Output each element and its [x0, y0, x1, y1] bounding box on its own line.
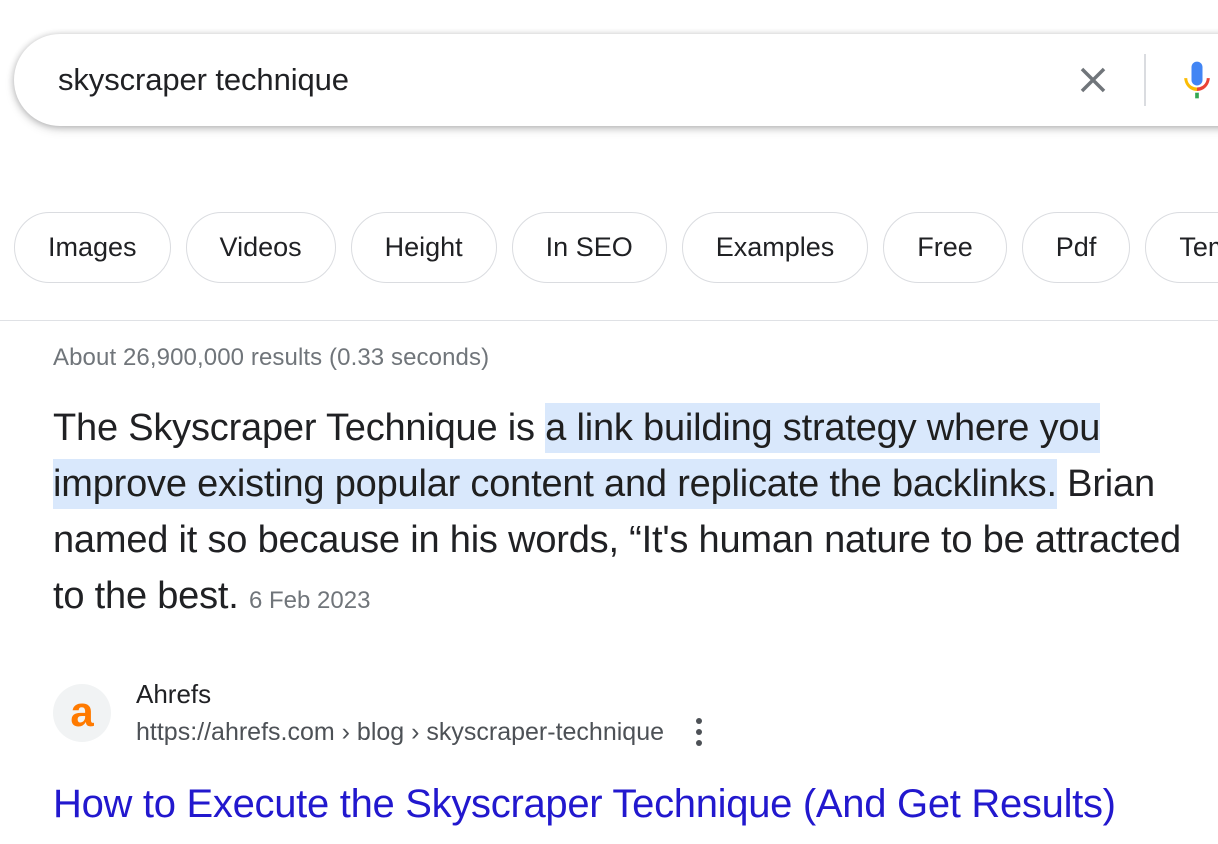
filter-chip-pdf[interactable]: Pdf [1021, 212, 1131, 283]
search-bar-divider [1144, 54, 1146, 106]
result-stats: About 26,900,000 results (0.33 seconds) [53, 344, 490, 371]
results-container: About 26,900,000 results (0.33 seconds) … [53, 342, 1213, 829]
search-bar-container [14, 34, 1218, 126]
chip-label: Images [48, 232, 137, 262]
snippet-lead-text: The Skyscraper Technique is [53, 407, 546, 449]
filter-chip-in-seo[interactable]: In SEO [511, 212, 667, 283]
search-input[interactable] [56, 55, 1006, 105]
filter-chip-template[interactable]: Template [1145, 212, 1218, 283]
featured-snippet: The Skyscraper Technique is a link build… [53, 400, 1203, 629]
close-icon [1080, 67, 1106, 93]
search-results-page: Images Videos Height In SEO Examples Fre… [0, 0, 1218, 844]
kebab-dot [696, 740, 703, 746]
filter-chip-free[interactable]: Free [883, 212, 1007, 283]
microphone-icon [1184, 61, 1210, 99]
snippet-date: 6 Feb 2023 [248, 587, 371, 614]
kebab-dot [696, 729, 703, 735]
search-bar[interactable] [14, 34, 1218, 126]
chip-label: Examples [715, 232, 835, 262]
voice-search-button[interactable] [1166, 49, 1218, 111]
chip-label: Template [1179, 232, 1218, 262]
site-name: Ahrefs [136, 679, 212, 709]
filter-chips-row: Images Videos Height In SEO Examples Fre… [14, 212, 1218, 283]
ahrefs-favicon-icon: a [53, 684, 111, 742]
filter-chip-videos[interactable]: Videos [185, 212, 336, 283]
header-divider [0, 320, 1218, 321]
favicon-letter: a [70, 688, 94, 735]
result-title-link[interactable]: How to Execute the Skyscraper Technique … [53, 779, 1213, 829]
three-dot-menu-icon[interactable] [684, 715, 714, 749]
filter-chip-height[interactable]: Height [350, 212, 497, 283]
chip-label: Videos [219, 232, 302, 262]
kebab-dot [696, 718, 703, 724]
result-source-block[interactable]: a Ahrefs https://ahrefs.com › blog › sky… [53, 677, 1213, 749]
filter-chip-images[interactable]: Images [14, 212, 171, 283]
chip-label: Pdf [1055, 232, 1097, 262]
site-url-row: https://ahrefs.com › blog › skyscraper-t… [136, 715, 714, 749]
source-text-group: Ahrefs https://ahrefs.com › blog › skysc… [136, 677, 714, 749]
filter-chip-examples[interactable]: Examples [681, 212, 869, 283]
chip-label: In SEO [545, 232, 633, 262]
clear-search-button[interactable] [1064, 51, 1122, 109]
chip-label: Free [917, 232, 973, 262]
chip-label: Height [384, 232, 463, 262]
site-url: https://ahrefs.com › blog › skyscraper-t… [136, 718, 665, 746]
